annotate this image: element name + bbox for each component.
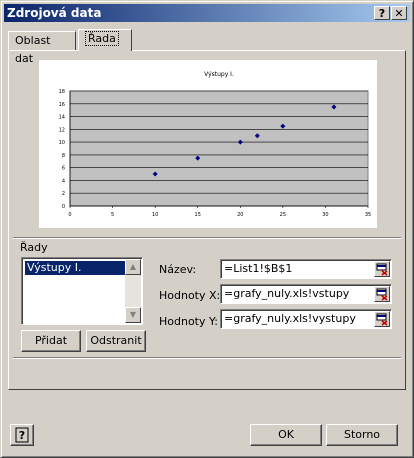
collapse-dialog-icon[interactable] (374, 261, 390, 277)
tab-panel: Výstupy I. 0 2 4 6 8 10 12 14 16 18 0 5 10 15 20 25 30 35 … (8, 50, 406, 390)
tab-rada[interactable]: Řada (78, 29, 132, 51)
name-label: Název: (159, 263, 197, 276)
name-field[interactable]: =List1!$B$1 (220, 259, 392, 279)
help-title-button[interactable]: ? (374, 6, 390, 20)
y-tick-label: 2 (62, 191, 65, 197)
y-tick-label: 6 (62, 166, 65, 172)
x-tick-label: 15 (195, 212, 201, 218)
y-tick-label: 8 (62, 153, 65, 159)
tab-oblast-dat[interactable]: Oblast dat (8, 31, 76, 65)
collapse-dialog-icon[interactable] (374, 286, 390, 302)
remove-series-button[interactable]: Odstranit (86, 330, 146, 352)
help-icon: ? (15, 427, 29, 443)
chart-title: Výstupy I. (204, 71, 234, 78)
collapse-dialog-icon[interactable] (374, 311, 390, 327)
add-series-button[interactable]: Přidat (21, 330, 81, 352)
divider (13, 357, 401, 359)
scroll-down-icon[interactable]: ▼ (125, 307, 141, 323)
x-tick-label: 0 (68, 212, 71, 218)
svg-text:?: ? (19, 429, 25, 442)
title-bar[interactable]: Zdrojová data ? ✕ (4, 4, 410, 22)
y-tick-label: 10 (59, 140, 65, 146)
y-tick-label: 12 (59, 127, 65, 133)
cancel-button[interactable]: Storno (326, 424, 398, 446)
x-tick-label: 35 (365, 212, 371, 218)
y-values-label: Hodnoty Y: (159, 315, 218, 328)
ok-button[interactable]: OK (250, 424, 322, 446)
y-tick-label: 18 (59, 89, 65, 95)
x-tick-label: 10 (152, 212, 158, 218)
help-button[interactable]: ? (10, 424, 34, 446)
chart-preview: Výstupy I. 0 2 4 6 8 10 12 14 16 18 0 5 10 15 20 25 30 35 (39, 60, 377, 228)
close-icon: ✕ (394, 7, 404, 20)
chart-svg: Výstupy I. 0 2 4 6 8 10 12 14 16 18 0 5 10 15 20 25 30 35 (59, 71, 372, 218)
dialog-title: Zdrojová data (7, 6, 102, 20)
plot-area (69, 90, 369, 207)
x-tick-label: 5 (111, 212, 114, 218)
y-values-field[interactable]: =grafy_nuly.xls!vystupy (220, 309, 392, 329)
series-list-scrollbar[interactable]: ▲ ▼ (125, 259, 141, 323)
dialog-window: Zdrojová data ? ✕ Oblast dat Řada Výstup… (0, 0, 414, 458)
y-tick-label: 14 (59, 115, 65, 121)
y-tick-label: 0 (62, 204, 65, 210)
x-values-label: Hodnoty X: (159, 289, 221, 302)
list-item[interactable]: Výstupy I. (25, 261, 126, 275)
x-tick-label: 25 (280, 212, 286, 218)
divider (13, 237, 401, 239)
scroll-up-icon[interactable]: ▲ (125, 259, 141, 275)
series-list[interactable]: Výstupy I. ▲ ▼ (21, 257, 143, 325)
x-tick-label: 20 (237, 212, 243, 218)
close-button[interactable]: ✕ (391, 6, 407, 20)
y-tick-label: 4 (62, 178, 65, 184)
series-group-label: Řady (20, 241, 48, 254)
y-tick-label: 16 (59, 102, 65, 108)
x-tick-label: 30 (322, 212, 328, 218)
x-values-field[interactable]: =grafy_nuly.xls!vstupy (220, 284, 392, 304)
